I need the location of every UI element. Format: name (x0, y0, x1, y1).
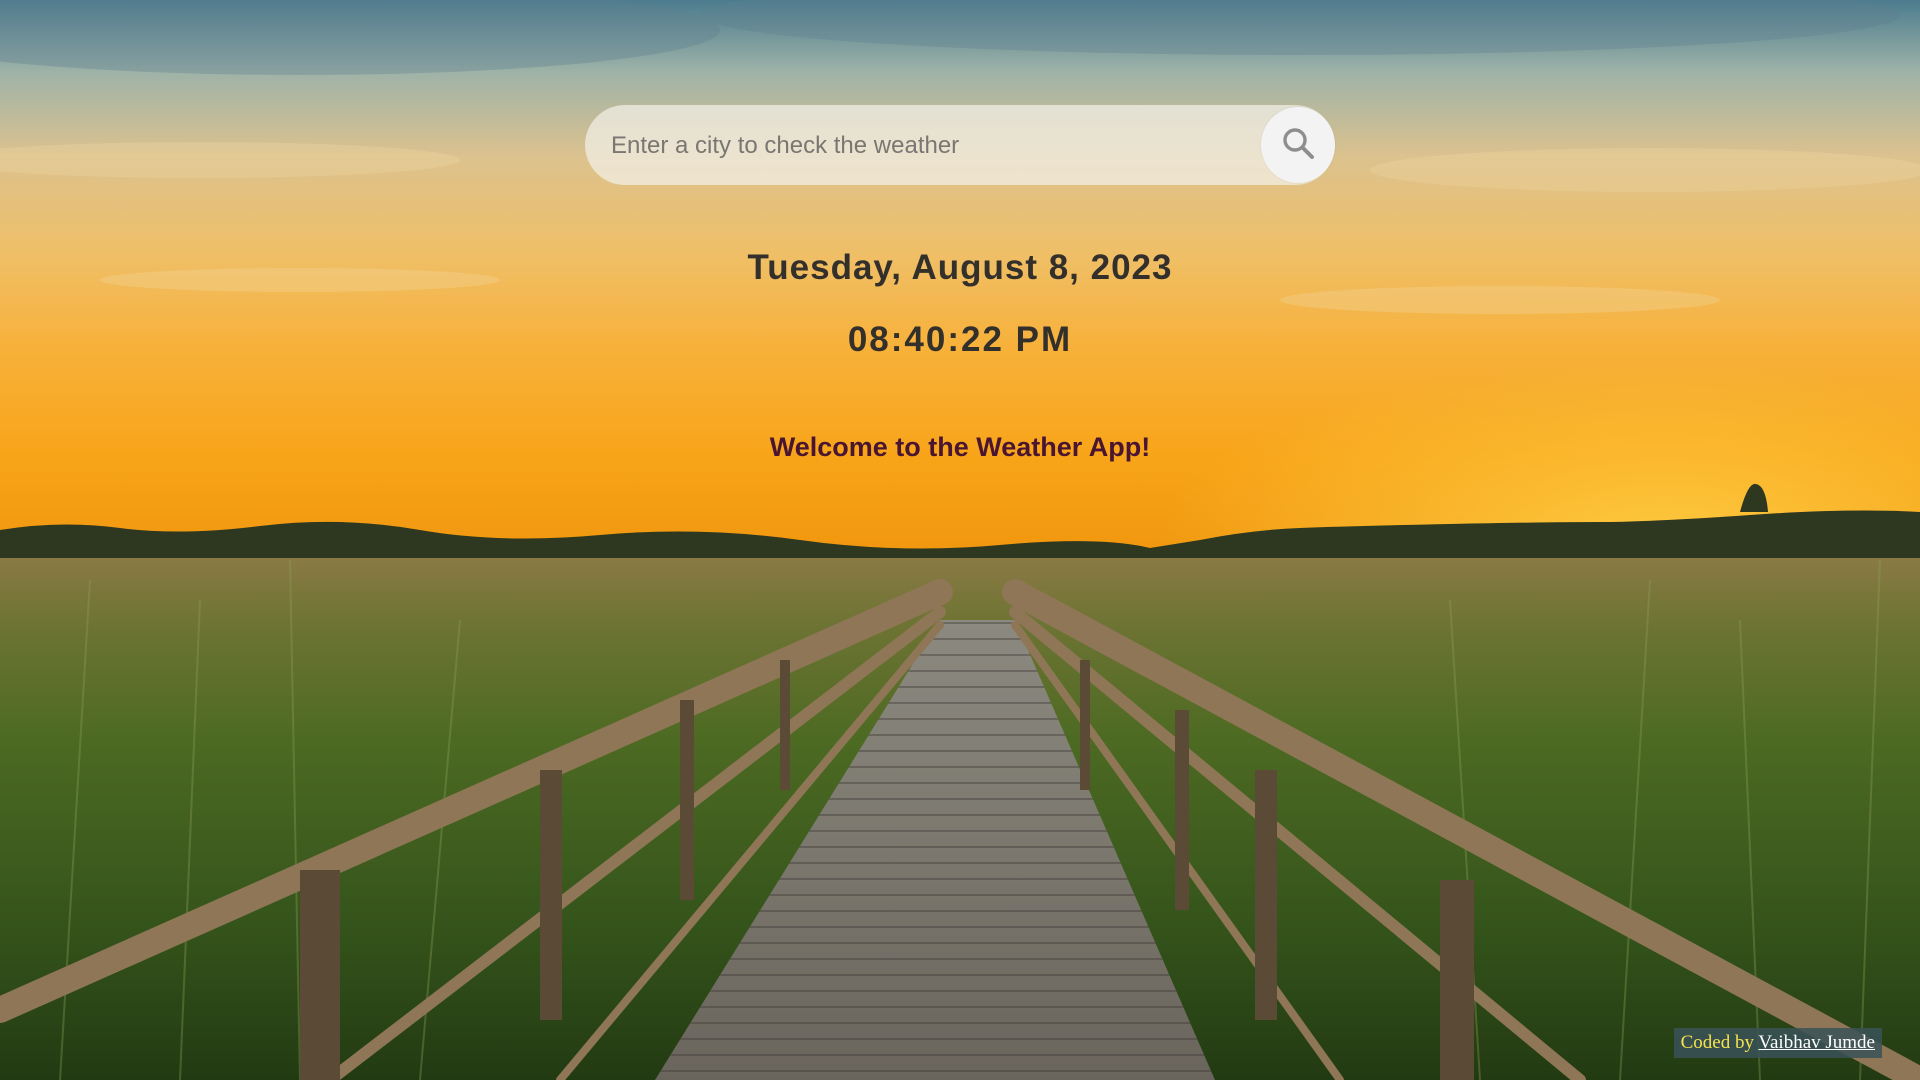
author-link[interactable]: Vaibhav Jumde (1758, 1032, 1875, 1053)
current-date: Tuesday, August 8, 2023 (747, 248, 1173, 287)
credit-badge: Coded by Vaibhav Jumde (1673, 1028, 1882, 1058)
city-search-input[interactable] (609, 105, 1243, 187)
search-button[interactable] (1261, 107, 1335, 183)
welcome-message: Welcome to the Weather App! (769, 432, 1151, 462)
search-bar (585, 105, 1335, 187)
search-icon (1281, 126, 1315, 165)
current-time: 08:40:22 PM (847, 320, 1073, 359)
credit-prefix: Coded by (1680, 1032, 1754, 1053)
